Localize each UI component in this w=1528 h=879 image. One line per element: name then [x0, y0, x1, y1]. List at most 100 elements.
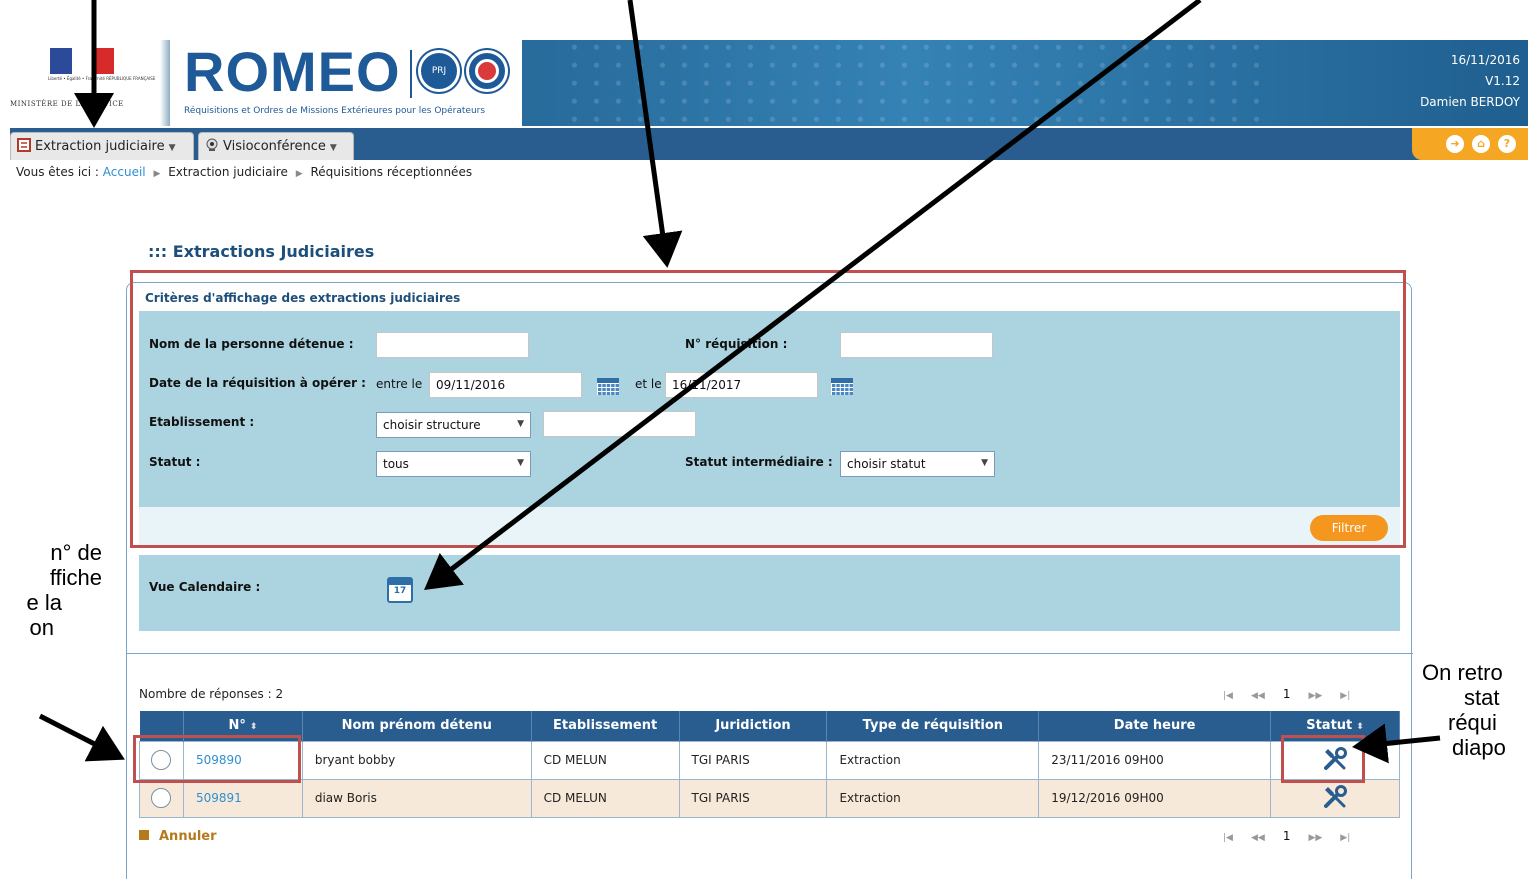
- column-num-label: N°: [228, 718, 246, 734]
- left-annotation-text: n° de ffiche e la on: [8, 540, 102, 640]
- results-table: N° ⬍ Nom prénom détenu Etablissement Juri…: [139, 711, 1400, 818]
- header-version: V1.12: [1485, 74, 1520, 88]
- cancel-link[interactable]: Annuler: [139, 829, 217, 844]
- right-annotation-text: On retro stat réqui diapo: [1422, 660, 1528, 760]
- ministry-logo: Liberté • Égalité • Fraternité RÉPUBLIQU…: [10, 40, 160, 126]
- marianne-flag-icon: [50, 48, 114, 74]
- date-time-cell: 19/12/2016 09H00: [1038, 778, 1272, 818]
- webcam-icon: [206, 138, 218, 151]
- breadcrumb-separator-icon: ▶: [295, 169, 303, 179]
- column-status-label: Statut: [1306, 718, 1353, 734]
- right-annotation-line: réqui: [1448, 710, 1497, 735]
- sort-icon[interactable]: ⬍: [250, 722, 258, 732]
- arrow-to-number: [38, 713, 125, 762]
- menu-extraction-label: Extraction judiciaire: [35, 139, 165, 154]
- column-header-establishment: Etablissement: [531, 711, 680, 741]
- prj-badge-icon: PRJ: [418, 50, 460, 92]
- breadcrumb-separator-icon: ▶: [153, 169, 161, 179]
- column-header-type: Type de réquisition: [826, 711, 1040, 741]
- column-header-name: Nom prénom détenu: [302, 711, 532, 741]
- results-divider: [127, 653, 1413, 654]
- next-page-icon[interactable]: ▶▶: [1308, 691, 1322, 701]
- calendar-panel: Vue Calendaire : 17: [139, 555, 1400, 631]
- chevron-down-icon: ▼: [168, 143, 176, 153]
- breadcrumb-prefix: Vous êtes ici :: [16, 165, 99, 179]
- jurisdiction-cell: TGI PARIS: [678, 778, 828, 818]
- brand-title: ROMEO: [184, 40, 401, 103]
- menu-extraction-judiciaire[interactable]: Extraction judiciaire ▼: [10, 132, 194, 160]
- date-time-cell: 23/11/2016 09H00: [1038, 740, 1272, 780]
- column-header-date: Date heure: [1038, 711, 1272, 741]
- establishment-cell: CD MELUN: [530, 778, 680, 818]
- help-icon[interactable]: ?: [1498, 135, 1516, 153]
- last-page-icon[interactable]: ▶|: [1340, 833, 1350, 843]
- breadcrumb: Vous êtes ici : Accueil ▶ Extraction jud…: [16, 165, 472, 179]
- menu-visioconference[interactable]: Visioconférence ▼: [198, 132, 354, 160]
- screenshot-root: Liberté • Égalité • Fraternité RÉPUBLIQU…: [0, 0, 1528, 879]
- establishment-cell: CD MELUN: [530, 740, 680, 780]
- main-menubar: Extraction judiciaire ▼ Visioconférence ▼ …: [10, 128, 1528, 160]
- page-title: ::: Extractions Judiciaires: [148, 242, 375, 261]
- row-radio[interactable]: [151, 788, 172, 808]
- criteria-highlight-box: [130, 270, 1406, 548]
- status-cell: [1270, 778, 1400, 818]
- detainee-name-cell: diaw Boris: [301, 778, 532, 818]
- jurisdiction-cell: TGI PARIS: [678, 740, 828, 780]
- detainee-name-cell: bryant bobby: [301, 740, 532, 780]
- requisition-number-cell: 509891: [182, 778, 303, 818]
- requisition-number-link[interactable]: 509891: [196, 791, 242, 805]
- left-annotation-line: e la: [26, 590, 62, 615]
- current-page[interactable]: 1: [1283, 687, 1291, 701]
- result-count: Nombre de réponses : 2: [139, 687, 284, 701]
- first-page-icon[interactable]: |◀: [1223, 833, 1233, 843]
- calendar-view-icon[interactable]: 17: [387, 577, 413, 603]
- app-header: Liberté • Égalité • Fraternité RÉPUBLIQU…: [10, 40, 1528, 126]
- chevron-down-icon: ▼: [329, 143, 337, 153]
- left-annotation-line: n° de: [50, 540, 102, 565]
- current-page[interactable]: 1: [1283, 829, 1291, 843]
- pagination-bottom: |◀ ◀◀ 1 ▶▶ ▶|: [1223, 829, 1368, 843]
- column-header-jurisdiction: Juridiction: [679, 711, 828, 741]
- number-highlight-box: [133, 735, 301, 783]
- header-user: Damien BERDOY: [1420, 95, 1520, 109]
- right-annotation-line: diapo: [1452, 735, 1506, 760]
- logout-arrow-icon[interactable]: ➜: [1446, 135, 1464, 153]
- row-select-cell: [139, 778, 184, 818]
- right-annotation-line: On retro: [1422, 660, 1503, 685]
- table-header-row: N° ⬍ Nom prénom détenu Etablissement Juri…: [139, 711, 1400, 741]
- requisition-type-cell: Extraction: [826, 740, 1040, 780]
- header-info: 16/11/2016 V1.12 Damien BERDOY: [1420, 50, 1520, 113]
- first-page-icon[interactable]: |◀: [1223, 691, 1233, 701]
- brand-separator: [410, 50, 412, 98]
- table-row[interactable]: 509890 bryant bobby CD MELUN TGI PARIS E…: [139, 740, 1400, 780]
- table-row[interactable]: 509891 diaw Boris CD MELUN TGI PARIS Ext…: [139, 778, 1400, 818]
- breadcrumb-home-link[interactable]: Accueil: [103, 165, 146, 179]
- ministry-label: MINISTÈRE DE LA JUSTICE: [10, 100, 124, 108]
- cancel-label: Annuler: [159, 829, 217, 844]
- status-highlight-box: [1281, 735, 1365, 783]
- menu-icon-group: ➜ ⌂ ?: [1412, 128, 1528, 160]
- sort-icon[interactable]: ⬍: [1356, 722, 1364, 732]
- requisition-type-cell: Extraction: [826, 778, 1040, 818]
- header-date: 16/11/2016: [1450, 53, 1520, 67]
- home-icon[interactable]: ⌂: [1472, 135, 1490, 153]
- extraction-menu-icon: [17, 138, 31, 152]
- left-annotation-line: ffiche: [49, 565, 102, 590]
- left-annotation-line: on: [29, 615, 54, 640]
- calendar-view-label: Vue Calendaire :: [149, 580, 261, 594]
- ministry-motto: Liberté • Égalité • Fraternité RÉPUBLIQU…: [48, 76, 156, 81]
- breadcrumb-level3: Réquisitions réceptionnées: [310, 165, 473, 179]
- pagination-top: |◀ ◀◀ 1 ▶▶ ▶|: [1223, 687, 1368, 701]
- brand-subtitle: Réquisitions et Ordres de Missions Extér…: [184, 106, 486, 116]
- tools-icon[interactable]: [1322, 784, 1348, 810]
- calendar-day-number: 17: [393, 586, 407, 596]
- breadcrumb-level2: Extraction judiciaire: [168, 165, 288, 179]
- right-annotation-line: stat: [1464, 685, 1500, 710]
- romeo-logo: ROMEO PRJ Réquisitions et Ordres de Miss…: [170, 40, 522, 126]
- menu-visio-label: Visioconférence: [223, 139, 326, 154]
- next-page-icon[interactable]: ▶▶: [1308, 833, 1322, 843]
- arpej-badge-icon: [466, 50, 508, 92]
- previous-page-icon[interactable]: ◀◀: [1251, 691, 1265, 701]
- previous-page-icon[interactable]: ◀◀: [1251, 833, 1265, 843]
- last-page-icon[interactable]: ▶|: [1340, 691, 1350, 701]
